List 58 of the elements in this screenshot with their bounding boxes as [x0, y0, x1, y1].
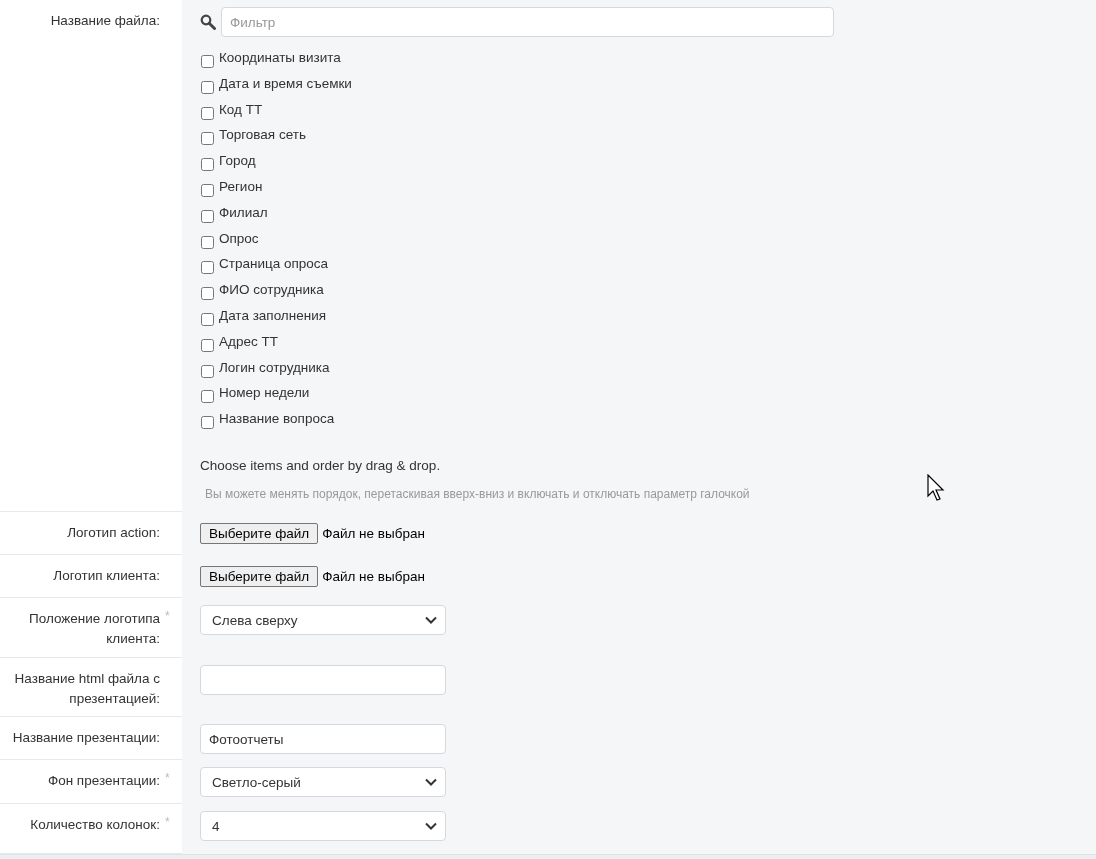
field-label: Название файла: — [50, 12, 160, 30]
checkbox[interactable] — [201, 416, 214, 430]
checkbox-label: Адрес ТТ — [219, 333, 278, 350]
field-label: Логотип клиента: — [53, 567, 160, 585]
chevron-down-icon — [425, 778, 437, 786]
field-label: Название html файла с презентацией: — [13, 670, 160, 708]
checkbox[interactable] — [201, 312, 214, 326]
dropdown-select[interactable]: 4 — [200, 811, 446, 841]
field-label: Логотип action: — [67, 524, 160, 542]
required-mark: * — [165, 815, 170, 829]
instruction-text: Choose items and order by drag & drop. — [200, 457, 442, 473]
checkbox-label: Номер недели — [219, 385, 310, 402]
field-label: Количество колонок: — [30, 816, 160, 834]
dropdown-select[interactable]: Слева сверху — [200, 605, 446, 635]
checkbox-label: Код ТТ — [219, 101, 263, 118]
checkbox[interactable] — [201, 287, 214, 301]
checkbox-label: Координаты визита — [219, 50, 341, 66]
required-mark: * — [165, 771, 170, 785]
checkbox[interactable] — [201, 390, 214, 404]
text-input-field[interactable]: Фотоотчеты — [200, 724, 446, 754]
checkbox[interactable] — [201, 184, 214, 197]
checkbox[interactable] — [201, 209, 214, 223]
chevron-down-icon — [425, 616, 437, 624]
checkbox-label: Филиал — [219, 204, 268, 221]
checkbox[interactable] — [201, 261, 214, 275]
field-label: Фон презентации: — [47, 772, 160, 790]
checkbox[interactable] — [201, 158, 214, 172]
checkbox-label: Страница опроса — [219, 256, 329, 273]
checkbox-label: Дата заполнения — [219, 307, 326, 324]
checkbox-label: Дата и время съемки — [219, 75, 352, 92]
checkbox-label: Логин сотрудника — [219, 359, 330, 376]
checkbox[interactable] — [201, 80, 214, 94]
checkbox[interactable] — [201, 364, 214, 378]
checkbox[interactable] — [201, 106, 214, 120]
checkbox[interactable] — [201, 132, 214, 146]
hint-text: Вы можете менять порядок, перетаскивая вверх-вниз и включать и отключать параметр галочкой — [205, 486, 750, 501]
checkbox[interactable] — [201, 338, 214, 352]
checkbox-label: Опрос — [219, 230, 259, 247]
filter-field[interactable]: Фильтр — [221, 7, 834, 37]
checkbox[interactable] — [201, 55, 214, 68]
checkbox-label: Торговая сеть — [219, 127, 306, 144]
checkbox-label: ФИО сотрудника — [219, 282, 324, 299]
dropdown-select[interactable]: Светло-серый — [200, 767, 446, 797]
required-mark: * — [165, 609, 170, 623]
file-status-text: Файл не выбран — [322, 569, 425, 584]
mouse-pointer-icon — [927, 474, 947, 502]
field-label: Название презентации: — [12, 729, 160, 747]
search-icon — [200, 14, 216, 30]
checkbox-label: Название вопроса — [219, 411, 335, 428]
field-label: Положение логотипа клиента: — [28, 610, 160, 648]
text-input-field[interactable] — [200, 665, 446, 695]
checkbox-label: Регион — [219, 179, 263, 195]
file-status-text: Файл не выбран — [322, 526, 425, 541]
choose-file-button[interactable]: Выберите файл — [200, 566, 319, 587]
choose-file-button[interactable]: Выберите файл — [200, 523, 319, 544]
checkbox[interactable] — [201, 235, 214, 249]
checkbox-label: Город — [219, 153, 256, 170]
chevron-down-icon — [425, 822, 437, 830]
